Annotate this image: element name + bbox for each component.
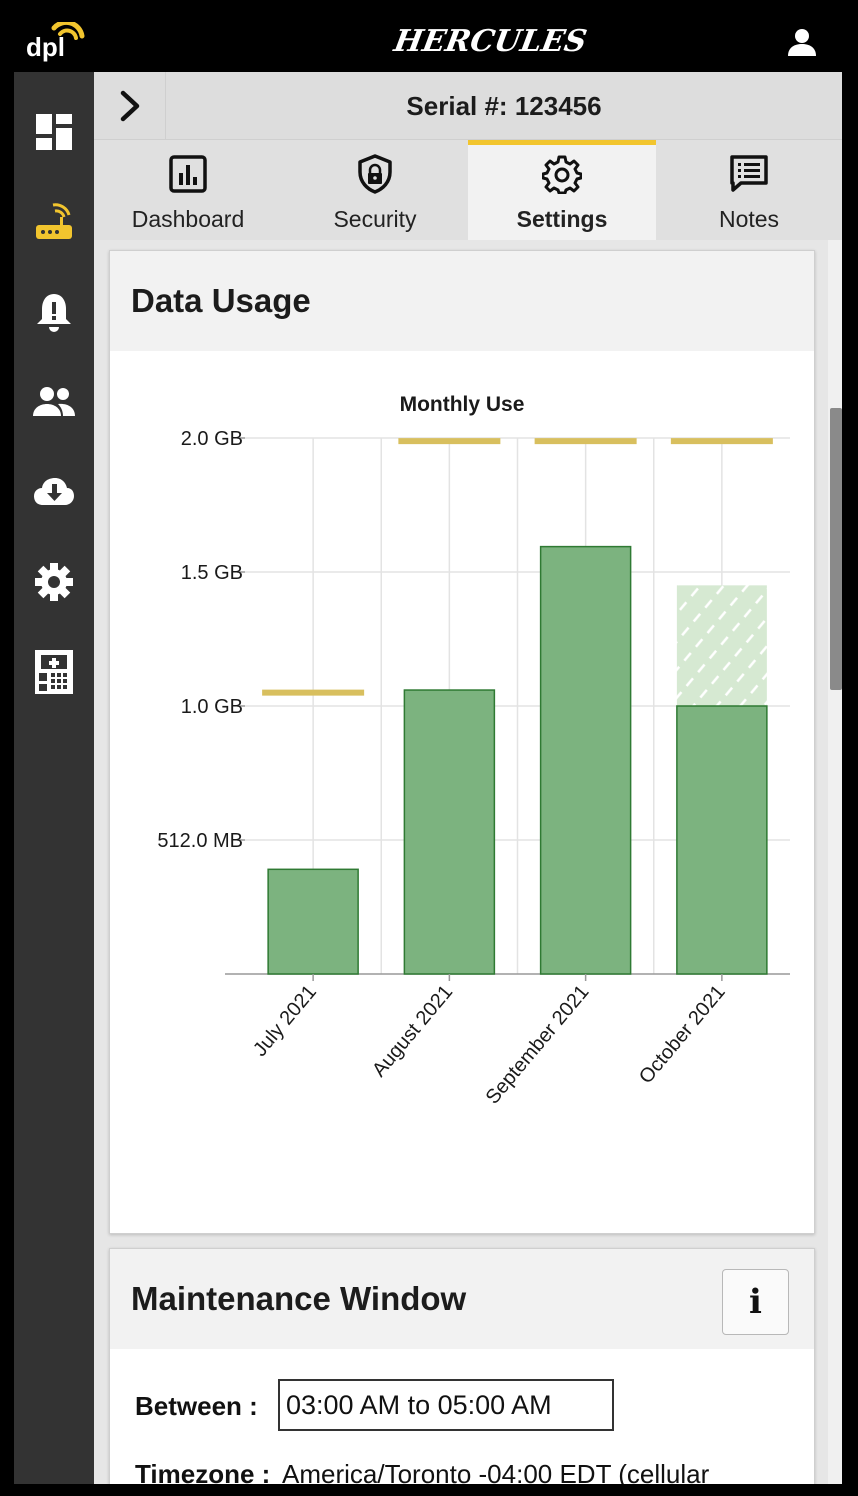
y-tick-label: 1.0 GB — [181, 696, 243, 718]
notes-icon — [730, 155, 768, 192]
timezone-value: America/Toronto -04:00 EDT (cellular — [282, 1459, 710, 1484]
users-icon — [33, 387, 75, 416]
tab-settings[interactable]: Settings — [468, 140, 656, 240]
logo-text: dpl — [26, 32, 65, 62]
y-tick-label: 1.5 GB — [181, 562, 243, 584]
x-tick-label: August 2021 — [368, 981, 457, 1081]
top-bar: dpl HERCULES — [14, 12, 842, 72]
card-title: Maintenance Window — [131, 1280, 467, 1317]
sidebar-item-calculator[interactable] — [14, 632, 94, 712]
maintenance-window-input[interactable] — [278, 1379, 614, 1431]
tab-label: Settings — [516, 206, 608, 232]
sidebar-item-downloads[interactable] — [14, 452, 94, 532]
y-tick-label: 2.0 GB — [181, 428, 243, 450]
tab-security[interactable]: Security — [281, 140, 469, 240]
scrollbar-thumb[interactable] — [830, 408, 842, 690]
usage-bar — [403, 689, 496, 975]
expand-button[interactable] — [94, 72, 166, 140]
between-label: Between : — [135, 1391, 258, 1421]
calculator-icon — [35, 650, 73, 694]
tab-label: Dashboard — [131, 206, 245, 232]
hercules-brand-logo: HERCULES — [391, 24, 590, 59]
sidebar — [14, 72, 94, 1484]
serial-bar: Serial #: 123456 — [94, 72, 842, 140]
card-header: Data Usage — [110, 251, 814, 351]
y-tick-label: 512.0 MB — [157, 830, 243, 852]
router-wifi-icon — [36, 203, 72, 239]
bar-chart-icon — [169, 155, 207, 193]
chart-title: Monthly Use — [400, 393, 525, 416]
card-title: Data Usage — [131, 282, 311, 319]
monthly-use-chart: Monthly Use 512.0 MB 1.0 GB 1.5 GB 2.0 GB Jul… — [157, 393, 790, 1109]
sidebar-item-router[interactable] — [14, 182, 94, 262]
maintenance-window-card: Maintenance Window i Between : Timezone … — [109, 1248, 815, 1484]
tab-bar: Dashboard Security Settings Notes — [94, 140, 842, 240]
gear-icon — [542, 155, 582, 194]
x-tick-label: October 2021 — [635, 981, 730, 1088]
cloud-download-icon — [34, 478, 74, 505]
data-usage-card: Data Usage Monthly Use 512.0 MB 1.0 GB 1.5 … — [109, 250, 815, 1234]
gear-icon — [35, 563, 73, 601]
app-frame: dpl HERCULES Serial #: 123456 Dashboard … — [14, 12, 842, 1484]
x-tick-label: July 2021 — [249, 981, 321, 1061]
x-tick-label: September 2021 — [482, 981, 594, 1108]
dpl-logo[interactable]: dpl — [24, 22, 86, 62]
alert-bell-icon — [37, 294, 71, 332]
dashboard-grid-icon — [36, 114, 72, 150]
main-panel: Serial #: 123456 Dashboard Security Sett… — [94, 72, 842, 1484]
usage-bar — [539, 545, 632, 975]
sidebar-item-users[interactable] — [14, 362, 94, 442]
shield-lock-icon — [358, 154, 392, 194]
usage-bar — [676, 705, 768, 975]
serial-number: Serial #: 123456 — [406, 91, 602, 121]
user-icon[interactable] — [784, 26, 820, 58]
sidebar-item-settings[interactable] — [14, 542, 94, 622]
usage-bar — [267, 868, 359, 975]
settings-content: Data Usage Monthly Use 512.0 MB 1.0 GB 1.5 … — [94, 240, 842, 1484]
timezone-label: Timezone : — [135, 1459, 271, 1484]
tab-dashboard[interactable]: Dashboard — [94, 140, 282, 240]
sidebar-item-dashboard[interactable] — [14, 92, 94, 172]
tab-label: Security — [333, 206, 417, 232]
info-button[interactable]: i — [722, 1269, 789, 1335]
tab-notes[interactable]: Notes — [655, 140, 842, 240]
card-header: Maintenance Window i — [110, 1249, 814, 1349]
chevron-right-icon — [120, 90, 139, 122]
tab-label: Notes — [718, 206, 780, 232]
sidebar-item-alerts[interactable] — [14, 272, 94, 352]
